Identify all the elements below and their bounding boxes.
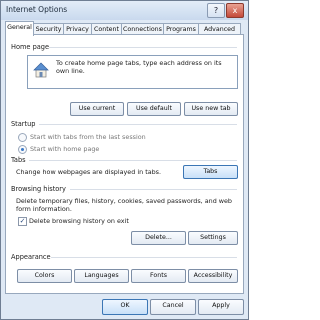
home-page-instructions: To create home page tabs, type each addr… xyxy=(56,59,222,75)
tab-general[interactable]: General xyxy=(5,21,34,36)
start-with-home-page-radio[interactable] xyxy=(18,145,27,154)
use-new-tab-button[interactable]: Use new tab xyxy=(184,102,238,116)
tabs-section-label: Tabs xyxy=(11,156,26,164)
close-button[interactable]: x xyxy=(226,3,244,18)
appearance-section-label: Appearance xyxy=(11,253,51,261)
browsing-history-description-line2: form information. xyxy=(16,205,72,213)
home-page-box: To create home page tabs, type each addr… xyxy=(27,55,238,89)
cancel-button[interactable]: Cancel xyxy=(150,299,196,315)
startup-section-label: Startup xyxy=(11,120,36,128)
check-icon[interactable]: ✓ xyxy=(18,217,27,226)
apply-button[interactable]: Apply xyxy=(198,299,244,315)
browsing-history-description-line1: Delete temporary files, history, cookies… xyxy=(16,197,232,205)
delete-history-on-exit-label: Delete browsing history on exit xyxy=(29,217,129,225)
colors-button[interactable]: Colors xyxy=(17,269,72,283)
title-bar[interactable]: Internet Options ? x xyxy=(1,1,248,20)
section-divider xyxy=(49,47,237,48)
section-divider xyxy=(51,257,237,258)
tabs-settings-button[interactable]: Tabs xyxy=(183,165,238,179)
house-icon xyxy=(33,62,49,78)
section-divider xyxy=(70,189,237,190)
general-panel: Home page To create home page tabs, type… xyxy=(5,34,244,294)
tabs-description: Change how webpages are displayed in tab… xyxy=(16,168,162,176)
ok-button[interactable]: OK xyxy=(102,299,148,315)
home-page-section-label: Home page xyxy=(11,43,50,51)
accessibility-button[interactable]: Accessibility xyxy=(188,269,238,283)
languages-button[interactable]: Languages xyxy=(74,269,129,283)
window-title: Internet Options xyxy=(6,5,68,14)
internet-options-dialog: Internet Options ? x General Security Pr… xyxy=(0,0,249,320)
browsing-history-section-label: Browsing history xyxy=(11,185,66,193)
help-button[interactable]: ? xyxy=(207,3,225,18)
use-current-button[interactable]: Use current xyxy=(70,102,124,116)
fonts-button[interactable]: Fonts xyxy=(131,269,186,283)
section-divider xyxy=(29,160,237,161)
section-divider xyxy=(39,124,237,125)
start-with-last-session-label: Start with tabs from the last session xyxy=(30,133,146,141)
use-default-button[interactable]: Use default xyxy=(127,102,181,116)
start-with-last-session-radio[interactable] xyxy=(18,133,27,142)
start-with-home-page-label: Start with home page xyxy=(30,145,100,153)
history-settings-button[interactable]: Settings xyxy=(188,231,238,245)
delete-history-button[interactable]: Delete... xyxy=(131,231,186,245)
